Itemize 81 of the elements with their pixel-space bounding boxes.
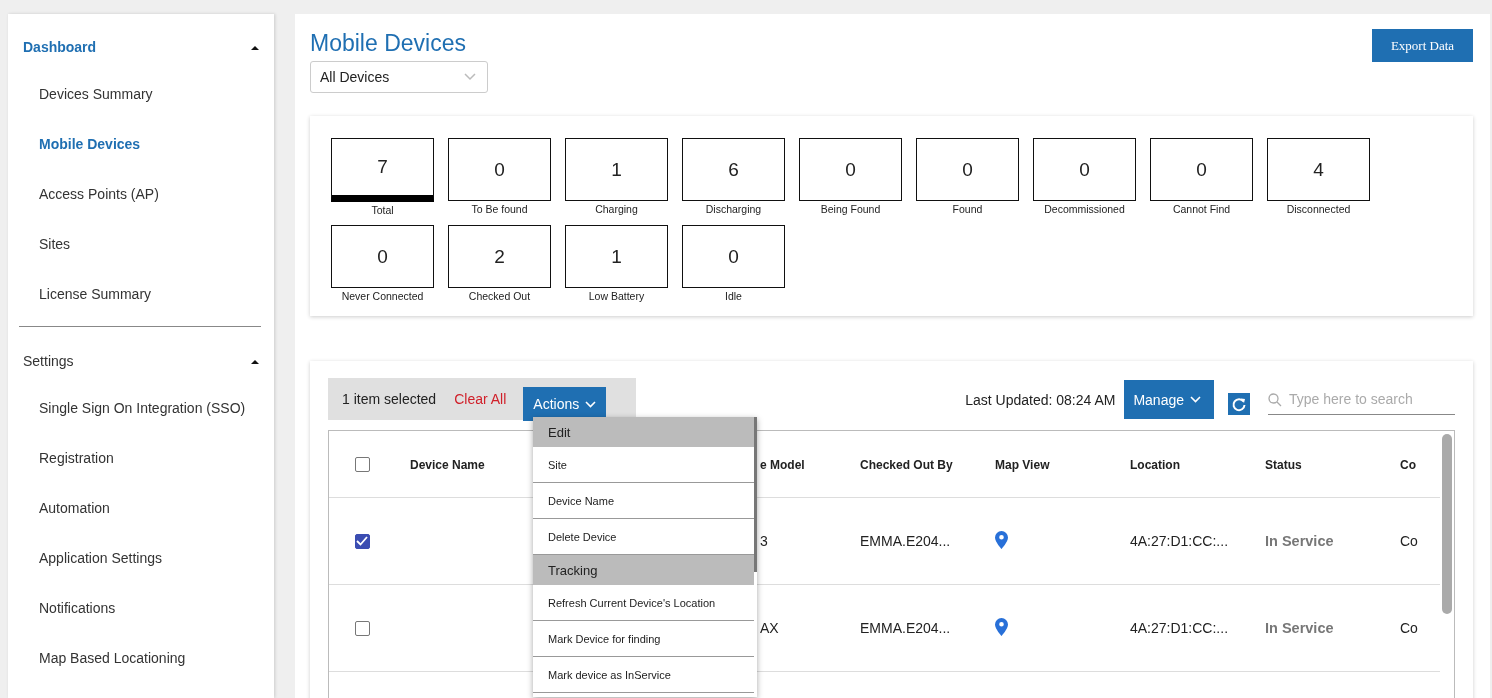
table-cell: EMMA.E204... [860,533,951,549]
stat-tile[interactable]: 1 [565,225,668,288]
table-cell: EMMA.E204... [860,620,951,636]
stat-tile[interactable]: 2 [448,225,551,288]
stat-label: Idle [725,290,742,302]
map-pin-icon[interactable] [995,617,1008,636]
column-header[interactable]: Map View [995,458,1050,472]
menu-group-header: Tracking [533,555,754,585]
stat-label: Checked Out [468,290,531,302]
stat-label: Disconnected [1286,203,1351,215]
stat-tile[interactable]: 0 [916,138,1019,201]
table-cell: Co [1400,620,1418,636]
sidebar-item[interactable]: Automation [19,498,110,518]
sidebar-item[interactable]: Notifications [19,598,116,618]
export-data-button[interactable]: Export Data [1372,29,1473,62]
device-filter-dropdown[interactable]: All Devices [310,61,488,93]
chevron-down-icon [585,400,597,408]
sidebar-item[interactable]: Single Sign On Integration (SSO) [19,398,246,418]
sidebar-item[interactable]: Registration [19,448,114,468]
column-header[interactable]: Checked Out By [860,458,953,472]
stat-tile[interactable]: 0 [331,225,434,288]
search-icon [1268,392,1282,407]
stat-tile[interactable]: 0 [448,138,551,201]
stat-label: Never Connected [341,290,424,302]
menu-group-header: Edit [533,417,754,447]
stat-label: Cannot Find [1172,203,1231,215]
sidebar-item[interactable]: Sites [19,234,71,254]
stat-tile[interactable]: 0 [1033,138,1136,201]
status-text: In Service [1265,620,1334,636]
column-header[interactable]: Co [1400,458,1416,472]
sidebar-item[interactable]: License Summary [19,284,152,304]
stat-label: Found [952,203,983,215]
column-header[interactable]: Location [1130,458,1180,472]
actions-button[interactable]: Actions [523,387,607,421]
page-title: Mobile Devices [310,30,467,56]
chevron-down-icon [1190,396,1201,403]
stat-label: Decommissioned [1044,203,1125,215]
stat-label: Low Battery [588,290,645,302]
stat-tile[interactable]: 0 [682,225,785,288]
chevron-down-icon [464,73,476,81]
table-cell: AX [760,620,779,636]
menu-item[interactable]: Refresh Current Device's Location [533,585,754,621]
stat-tile[interactable]: 0 [799,138,902,201]
checkbox[interactable] [354,533,370,549]
stat-label: To Be found [471,203,528,215]
checkbox[interactable] [354,456,370,472]
sidebar-item[interactable]: Mobile Devices [19,134,141,154]
selection-count: 1 item selected [342,391,437,407]
section-header[interactable]: Settings [23,353,74,369]
table-cell: 4A:27:D1:CC:... [1130,620,1229,636]
stat-tile[interactable]: 1 [565,138,668,201]
table-cell: 3 [760,533,768,549]
map-pin-icon[interactable] [995,530,1008,549]
checkbox[interactable] [354,620,370,636]
sidebar-item[interactable]: Map Based Locationing [19,648,186,668]
stat-label: Being Found [820,203,881,215]
menu-item[interactable]: Mark device as InService [533,657,754,693]
stat-label: Discharging [705,203,762,215]
clear-all-button[interactable]: Clear All [454,391,507,407]
table-cell: Co [1400,533,1418,549]
refresh-icon[interactable] [1228,392,1250,415]
stat-label: Total [371,204,394,216]
status-text: In Service [1265,533,1334,549]
column-header[interactable]: e Model [760,458,805,472]
section-header[interactable]: Dashboard [23,39,97,55]
stat-tile[interactable]: 0 [1150,138,1253,201]
stat-tile[interactable]: 4 [1267,138,1370,201]
manage-button[interactable]: Manage [1124,380,1214,419]
sidebar-item[interactable]: Access Points (AP) [19,184,159,204]
column-header[interactable]: Device Name [410,458,485,472]
scrollbar[interactable] [754,417,757,572]
last-updated-text: Last Updated: 08:24 AM [965,391,1116,408]
stat-label: Charging [595,203,638,215]
table-cell: 4A:27:D1:CC:... [1130,533,1229,549]
sidebar-item[interactable]: Devices Summary [19,84,153,104]
sidebar-item[interactable]: Application Settings [19,548,162,568]
scrollbar[interactable] [1442,434,1452,614]
stat-tile[interactable]: 6 [682,138,785,201]
column-header[interactable]: Status [1265,458,1302,472]
menu-item[interactable]: Mark Device for finding [533,621,754,657]
stat-tile[interactable]: 7 [331,138,434,202]
